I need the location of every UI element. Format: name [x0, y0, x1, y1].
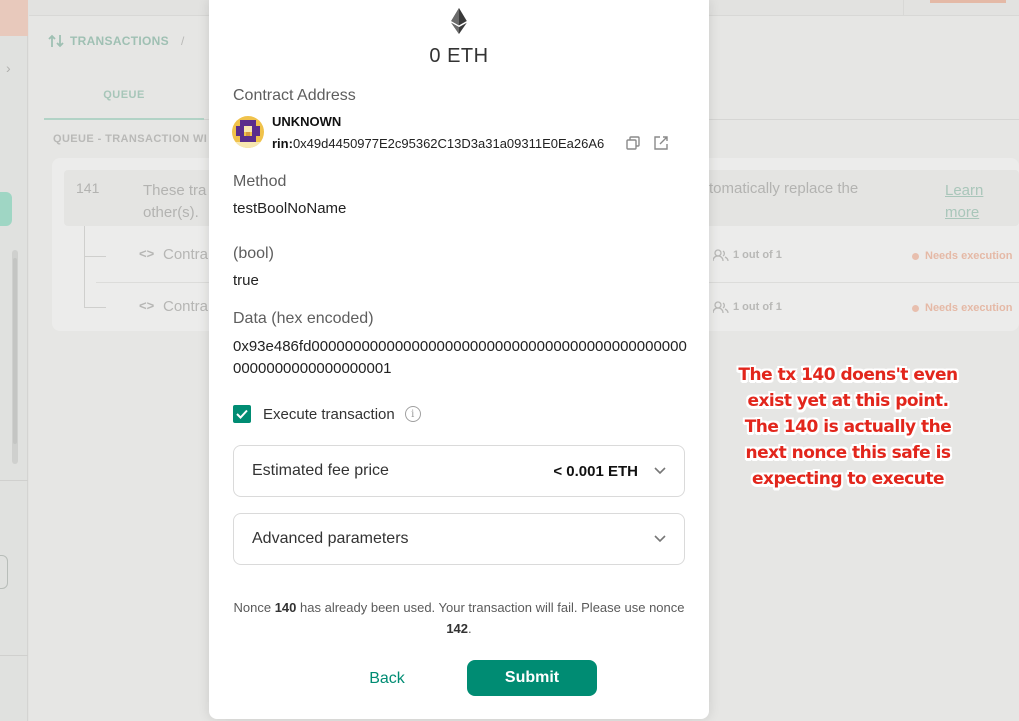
data-label: Data (hex encoded) — [233, 310, 374, 327]
advanced-parameters-label: Advanced parameters — [252, 530, 409, 547]
suggested-nonce: 142 — [446, 621, 469, 636]
info-icon[interactable]: i — [404, 406, 421, 422]
method-value: testBoolNoName — [233, 200, 347, 217]
sidebar-active-indicator — [0, 192, 12, 226]
review-transaction-modal: 0 ETH Contract Address UNKNOWN rin: 0x49d… — [209, 0, 709, 719]
nonce-warning: Nonce 140 has already been used. Your tr… — [229, 597, 689, 639]
execute-checkbox[interactable] — [233, 405, 251, 423]
warning-text-1: Nonce — [233, 600, 275, 615]
confirmations-text: 1 out of 1 — [733, 301, 782, 313]
tx-item-status: Needs execution — [912, 302, 1012, 314]
back-button[interactable]: Back — [337, 661, 437, 697]
status-dot-icon — [912, 252, 919, 260]
tx-item-status: Needs execution — [912, 250, 1012, 262]
tab-queue-label: QUEUE — [103, 89, 145, 101]
execute-transaction-row: Execute transaction i — [233, 405, 421, 423]
checkmark-icon — [236, 409, 248, 419]
external-link-icon[interactable] — [653, 135, 669, 151]
contract-name: UNKNOWN — [272, 114, 342, 129]
tab-active-underline — [44, 118, 204, 120]
tx-item-type[interactable]: Contra — [163, 246, 208, 263]
queue-section-label: QUEUE - TRANSACTION WI — [53, 133, 208, 145]
advanced-parameters-accordion[interactable]: Advanced parameters — [233, 513, 685, 565]
breadcrumb-separator: / — [180, 34, 185, 48]
confirmations-text: 1 out of 1 — [733, 249, 782, 261]
sidebar-divider — [0, 655, 28, 656]
tx-nonce: 141 — [76, 180, 100, 196]
warning-text-3: . — [468, 621, 472, 636]
tx-item-type[interactable]: Contra — [163, 298, 208, 315]
owners-icon — [713, 301, 729, 313]
tx-conflict-description-continued: tomatically replace the — [709, 180, 859, 197]
tab-queue[interactable]: QUEUE — [44, 70, 204, 120]
estimated-fee-accordion[interactable]: Estimated fee price < 0.001 ETH — [233, 445, 685, 497]
annotation-note: The tx 140 doens't even exist yet at thi… — [738, 365, 958, 489]
execute-transaction-label: Execute transaction — [263, 405, 395, 423]
top-bar-divider — [903, 0, 904, 16]
address-identicon — [232, 116, 264, 148]
param-type-label: (bool) — [233, 245, 274, 262]
transaction-amount: 0 ETH — [429, 45, 489, 67]
warning-text-2: has already been used. Your transaction … — [296, 600, 685, 615]
used-nonce: 140 — [274, 600, 297, 615]
chevron-down-icon — [654, 535, 666, 543]
sidebar-accent-bar — [0, 0, 28, 36]
submit-button[interactable]: Submit — [467, 660, 597, 696]
transactions-arrows-icon — [48, 34, 64, 48]
copy-icon[interactable] — [626, 136, 640, 150]
sidebar-scrollbar-thumb[interactable] — [13, 258, 17, 444]
estimated-fee-value: < 0.001 ETH — [553, 462, 638, 480]
contract-address-label: Contract Address — [233, 87, 356, 104]
contract-code-icon: <> — [139, 298, 155, 313]
tree-connector — [84, 226, 85, 308]
learn-more-link[interactable]: Learn more — [945, 180, 1005, 224]
tx-item-confirmations: 1 out of 1 — [713, 301, 782, 313]
ethereum-icon — [451, 8, 467, 34]
network-prefix: rin: — [272, 136, 293, 151]
status-dot-icon — [912, 304, 919, 312]
breadcrumb: TRANSACTIONS / — [48, 34, 185, 48]
breadcrumb-transactions[interactable]: TRANSACTIONS — [70, 34, 169, 48]
status-text: Needs execution — [925, 250, 1013, 262]
top-bar-network-indicator — [930, 0, 1006, 3]
chevron-right-icon[interactable]: › — [6, 60, 11, 76]
estimated-fee-label: Estimated fee price — [252, 462, 389, 479]
contract-address: rin: 0x49d4450977E2c95362C13D3a31a09311E0… — [272, 136, 604, 151]
owners-icon — [713, 249, 729, 261]
method-label: Method — [233, 173, 287, 190]
address-value: 0x49d4450977E2c95362C13D3a31a09311E0Ea26… — [292, 136, 605, 151]
sidebar-outline-button[interactable] — [0, 555, 8, 589]
sidebar-divider — [0, 480, 28, 481]
tree-connector — [84, 256, 106, 257]
tx-conflict-description: These tra other(s). — [143, 182, 207, 221]
param-value: true — [233, 272, 259, 289]
hex-data-value: 0x93e486fd000000000000000000000000000000… — [233, 338, 687, 377]
chevron-down-icon — [654, 467, 666, 475]
tx-item-confirmations: 1 out of 1 — [713, 249, 782, 261]
contract-code-icon: <> — [139, 246, 155, 261]
status-text: Needs execution — [925, 302, 1013, 314]
tree-connector — [84, 307, 106, 308]
